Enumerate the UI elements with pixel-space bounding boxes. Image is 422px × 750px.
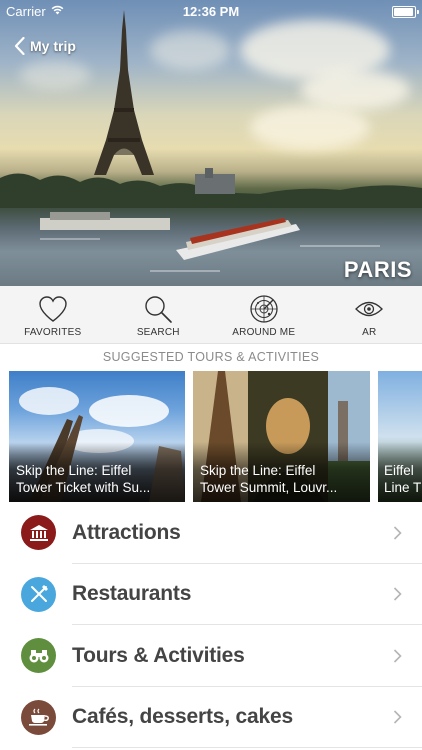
- radar-icon: [250, 295, 278, 323]
- binoculars-icon: [21, 638, 56, 674]
- favorites-label: FAVORITES: [24, 327, 82, 338]
- chevron-right-icon: [393, 710, 402, 724]
- category-row-attractions[interactable]: Attractions: [0, 502, 422, 564]
- fork-knife-icon: [21, 576, 56, 612]
- card-title-line2: Tower Summit, Louvr...: [200, 480, 338, 495]
- ar-button[interactable]: AR: [317, 286, 422, 343]
- quick-actions-toolbar: FAVORITES SEARCH AROUND ME AR: [0, 286, 422, 344]
- status-bar: Carrier 12:36 PM: [0, 0, 422, 22]
- category-label: Restaurants: [72, 582, 192, 606]
- coffee-cup-icon: [21, 699, 56, 735]
- chevron-right-icon: [393, 649, 402, 663]
- category-row-cafes[interactable]: Cafés, desserts, cakes: [0, 687, 422, 748]
- museum-icon: [21, 515, 56, 551]
- ar-label: AR: [362, 327, 377, 338]
- card-title-line1: Skip the Line: Eiffel: [200, 463, 316, 478]
- city-title: PARIS: [343, 257, 412, 282]
- tour-card[interactable]: Eiffel Line T: [378, 371, 422, 502]
- chevron-right-icon: [393, 526, 402, 540]
- suggested-tours-header: SUGGESTED TOURS & ACTIVITIES: [102, 350, 320, 364]
- category-row-restaurants[interactable]: Restaurants: [0, 564, 422, 625]
- chevron-left-icon: [14, 37, 25, 55]
- back-button[interactable]: My trip: [14, 34, 76, 58]
- status-time: 12:36 PM: [182, 4, 240, 19]
- chevron-right-icon: [393, 587, 402, 601]
- suggested-tours-carousel[interactable]: Skip the Line: Eiffel Tower Ticket with S…: [9, 371, 422, 502]
- card-title-line2: Tower Ticket with Su...: [16, 480, 151, 495]
- search-label: SEARCH: [136, 327, 180, 338]
- category-row-tours-activities[interactable]: Tours & Activities: [0, 625, 422, 687]
- eiffel-tower-illustration: [94, 10, 154, 175]
- back-label: My trip: [30, 38, 76, 54]
- category-list: Attractions Restaurants Tours & Activiti…: [0, 502, 422, 748]
- card-title-line2: Line T: [384, 480, 422, 495]
- tour-boat: [176, 218, 300, 260]
- tour-card[interactable]: Skip the Line: Eiffel Tower Summit, Louvr…: [193, 371, 370, 502]
- card-title-line1: Skip the Line: Eiffel: [16, 463, 132, 478]
- tree-line: [0, 168, 422, 208]
- heart-icon: [39, 296, 67, 322]
- search-icon: [145, 296, 173, 323]
- around-me-button[interactable]: AROUND ME: [211, 286, 317, 343]
- favorites-button[interactable]: FAVORITES: [0, 286, 106, 343]
- category-label: Tours & Activities: [72, 643, 245, 667]
- around-me-label: AROUND ME: [232, 327, 296, 338]
- search-button[interactable]: SEARCH: [106, 286, 212, 343]
- tour-card[interactable]: Skip the Line: Eiffel Tower Ticket with S…: [9, 371, 185, 502]
- barge: [40, 212, 170, 230]
- card-title-line1: Eiffel: [384, 463, 414, 478]
- battery-icon: [392, 6, 419, 18]
- category-label: Cafés, desserts, cakes: [72, 705, 293, 729]
- eye-icon: [355, 301, 384, 317]
- hero-image: Carrier 12:36 PM My trip PARIS: [0, 0, 422, 286]
- category-label: Attractions: [72, 520, 181, 544]
